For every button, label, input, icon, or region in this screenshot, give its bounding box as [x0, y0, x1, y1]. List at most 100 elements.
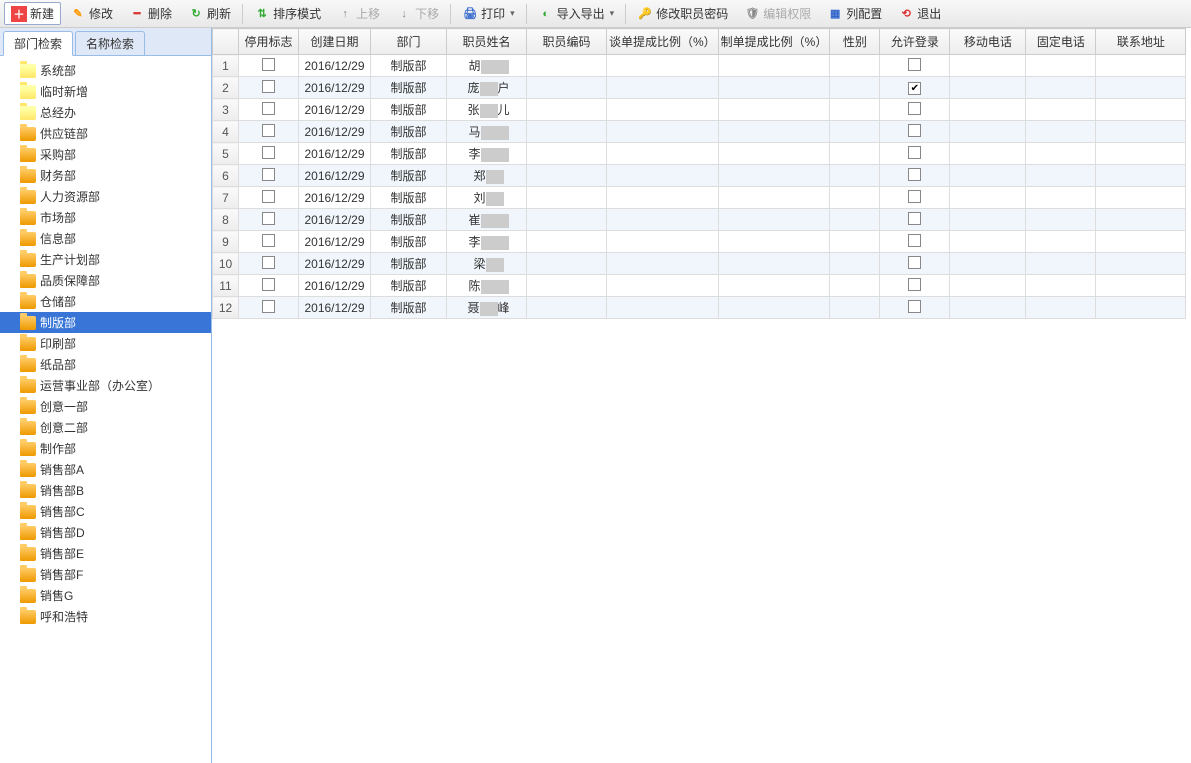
colconfig-button[interactable]: ▦列配置	[820, 2, 889, 25]
arrow-down-icon: ↓	[396, 6, 412, 22]
tree-item-label: 制作部	[40, 440, 76, 457]
table-row[interactable]: 122016/12/29制版部聂峰	[213, 297, 1186, 319]
folder-icon	[20, 526, 36, 540]
sidebar-item-销售部A[interactable]: 销售部A	[0, 459, 211, 480]
checkbox-icon[interactable]	[908, 190, 921, 203]
checkbox-icon[interactable]	[262, 234, 275, 247]
sidebar-item-销售部D[interactable]: 销售部D	[0, 522, 211, 543]
checkbox-icon[interactable]	[908, 278, 921, 291]
checkbox-icon[interactable]	[908, 212, 921, 225]
checkbox-icon[interactable]	[908, 234, 921, 247]
col-rownum[interactable]	[213, 29, 239, 55]
sidebar-item-人力资源部[interactable]: 人力资源部	[0, 186, 211, 207]
col-tel[interactable]: 固定电话	[1026, 29, 1096, 55]
refresh-icon: ↻	[188, 6, 204, 22]
editperm-button[interactable]: 🛡编辑权限	[737, 2, 818, 25]
movedown-button[interactable]: ↓下移	[389, 2, 446, 25]
table-row[interactable]: 102016/12/29制版部梁	[213, 253, 1186, 275]
col-cdate[interactable]: 创建日期	[299, 29, 371, 55]
table-row[interactable]: 22016/12/29制版部庞户	[213, 77, 1186, 99]
checkbox-icon[interactable]	[908, 124, 921, 137]
checkbox-icon[interactable]	[908, 168, 921, 181]
sidebar-item-呼和浩特[interactable]: 呼和浩特	[0, 606, 211, 627]
folder-icon	[20, 64, 36, 78]
col-commission1[interactable]: 谈单提成比例（%）	[607, 29, 719, 55]
checkbox-icon[interactable]	[262, 168, 275, 181]
sidebar-item-运营事业部（办公室）[interactable]: 运营事业部（办公室）	[0, 375, 211, 396]
refresh-button[interactable]: ↻刷新	[181, 2, 238, 25]
checkbox-icon[interactable]	[908, 300, 921, 313]
checkbox-icon[interactable]	[908, 146, 921, 159]
col-commission2[interactable]: 制单提成比例（%）	[718, 29, 830, 55]
sidebar-item-市场部[interactable]: 市场部	[0, 207, 211, 228]
checkbox-icon[interactable]	[262, 300, 275, 313]
checkbox-icon[interactable]	[262, 190, 275, 203]
changepwd-button[interactable]: 🔑修改职员密码	[630, 2, 735, 25]
tab-name-search[interactable]: 名称检索	[75, 31, 145, 55]
checkbox-icon[interactable]	[262, 58, 275, 71]
folder-icon	[20, 589, 36, 603]
sidebar-item-仓储部[interactable]: 仓储部	[0, 291, 211, 312]
col-empname[interactable]: 职员姓名	[447, 29, 527, 55]
checkbox-icon[interactable]	[262, 146, 275, 159]
sidebar-item-创意二部[interactable]: 创意二部	[0, 417, 211, 438]
sidebar-item-销售部B[interactable]: 销售部B	[0, 480, 211, 501]
exit-button[interactable]: ⟲退出	[891, 2, 948, 25]
checkbox-icon[interactable]	[262, 256, 275, 269]
sidebar-item-系统部[interactable]: 系统部	[0, 60, 211, 81]
checkbox-icon[interactable]	[262, 102, 275, 115]
importexport-button[interactable]: ◐导入导出▾	[531, 2, 622, 25]
tree-item-label: 销售部D	[40, 524, 85, 541]
sidebar-item-财务部[interactable]: 财务部	[0, 165, 211, 186]
table-row[interactable]: 32016/12/29制版部张儿	[213, 99, 1186, 121]
sidebar-item-采购部[interactable]: 采购部	[0, 144, 211, 165]
checkbox-icon[interactable]	[908, 256, 921, 269]
col-address[interactable]: 联系地址	[1096, 29, 1186, 55]
table-row[interactable]: 12016/12/29制版部胡	[213, 55, 1186, 77]
col-dept[interactable]: 部门	[371, 29, 447, 55]
table-row[interactable]: 42016/12/29制版部马	[213, 121, 1186, 143]
col-empcode[interactable]: 职员编码	[527, 29, 607, 55]
delete-button[interactable]: ━删除	[122, 2, 179, 25]
table-row[interactable]: 72016/12/29制版部刘	[213, 187, 1186, 209]
sidebar-item-创意一部[interactable]: 创意一部	[0, 396, 211, 417]
checkbox-icon[interactable]	[908, 82, 921, 95]
print-button[interactable]: 🖨打印▾	[455, 2, 522, 25]
col-disable[interactable]: 停用标志	[239, 29, 299, 55]
folder-icon	[20, 253, 36, 267]
sidebar-item-印刷部[interactable]: 印刷部	[0, 333, 211, 354]
sidebar-item-供应链部[interactable]: 供应链部	[0, 123, 211, 144]
toolbar: ＋新建 ✎修改 ━删除 ↻刷新 ⇅排序模式 ↑上移 ↓下移 🖨打印▾ ◐导入导出…	[0, 0, 1191, 28]
sidebar-item-销售部E[interactable]: 销售部E	[0, 543, 211, 564]
sidebar-item-制版部[interactable]: 制版部	[0, 312, 211, 333]
col-gender[interactable]: 性别	[830, 29, 880, 55]
checkbox-icon[interactable]	[262, 124, 275, 137]
col-mobile[interactable]: 移动电话	[950, 29, 1026, 55]
sidebar-item-销售部C[interactable]: 销售部C	[0, 501, 211, 522]
sidebar-item-品质保障部[interactable]: 品质保障部	[0, 270, 211, 291]
edit-button[interactable]: ✎修改	[63, 2, 120, 25]
table-row[interactable]: 82016/12/29制版部崔	[213, 209, 1186, 231]
table-row[interactable]: 92016/12/29制版部李	[213, 231, 1186, 253]
moveup-button[interactable]: ↑上移	[330, 2, 387, 25]
sidebar-item-制作部[interactable]: 制作部	[0, 438, 211, 459]
sidebar-item-临时新增[interactable]: 临时新增	[0, 81, 211, 102]
table-row[interactable]: 52016/12/29制版部李	[213, 143, 1186, 165]
table-row[interactable]: 62016/12/29制版部郑	[213, 165, 1186, 187]
sidebar-item-销售G[interactable]: 销售G	[0, 585, 211, 606]
table-row[interactable]: 112016/12/29制版部陈	[213, 275, 1186, 297]
tab-dept-search[interactable]: 部门检索	[3, 31, 73, 56]
checkbox-icon[interactable]	[908, 58, 921, 71]
checkbox-icon[interactable]	[262, 278, 275, 291]
sidebar-item-总经办[interactable]: 总经办	[0, 102, 211, 123]
checkbox-icon[interactable]	[262, 212, 275, 225]
sidebar-item-销售部F[interactable]: 销售部F	[0, 564, 211, 585]
col-allowlogin[interactable]: 允许登录	[880, 29, 950, 55]
sidebar-item-生产计划部[interactable]: 生产计划部	[0, 249, 211, 270]
sidebar-item-纸品部[interactable]: 纸品部	[0, 354, 211, 375]
checkbox-icon[interactable]	[262, 80, 275, 93]
sidebar-item-信息部[interactable]: 信息部	[0, 228, 211, 249]
sortmode-button[interactable]: ⇅排序模式	[247, 2, 328, 25]
checkbox-icon[interactable]	[908, 102, 921, 115]
new-button[interactable]: ＋新建	[4, 2, 61, 25]
